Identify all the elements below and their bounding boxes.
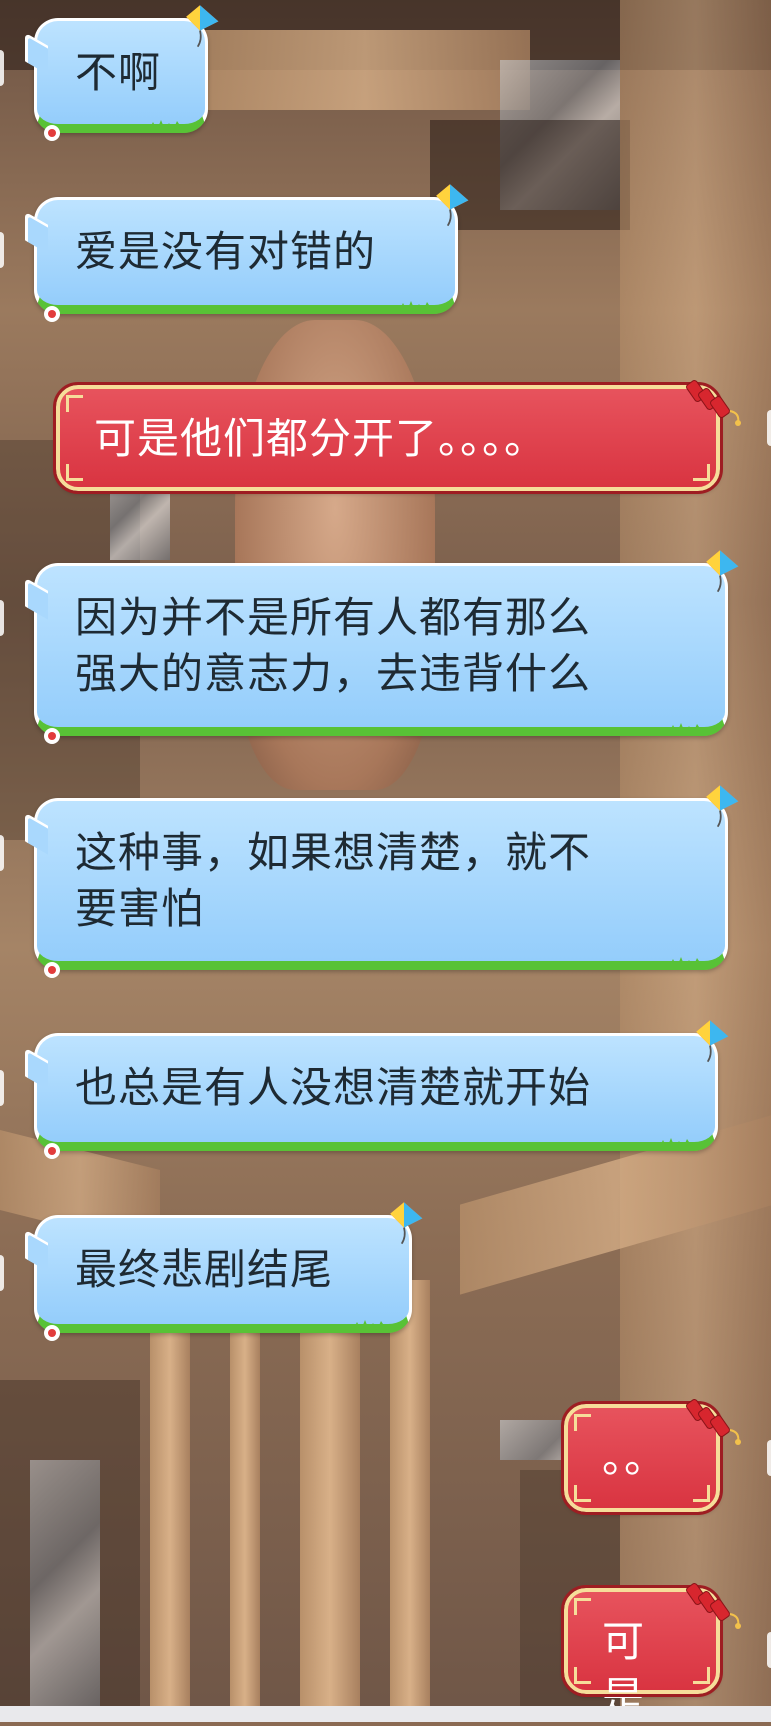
message-bubble-incoming[interactable]: 也总是有人没想清楚就开始: [25, 1020, 729, 1159]
grass-icon: [659, 1138, 693, 1148]
message-text: 。。: [602, 1433, 668, 1482]
message-text: 不啊: [75, 48, 162, 97]
kite-icon: [706, 785, 739, 828]
grass-icon: [353, 1320, 387, 1330]
grass-icon: [669, 723, 703, 733]
message-bubble-incoming[interactable]: 这种事，如果想清楚，就不 要害怕: [25, 785, 739, 978]
message-text: 可是他们都分开了。。。。: [94, 414, 548, 463]
message-bubble-incoming[interactable]: 因为并不是所有人都有那么 强大的意志力，去违背什么: [25, 550, 739, 744]
kite-icon: [696, 1020, 729, 1063]
message-text: 这种事，如果想清楚，就不 要害怕: [75, 828, 592, 933]
message-text: 也总是有人没想清楚就开始: [75, 1063, 592, 1112]
message-bubble-outgoing[interactable]: 可是: [561, 1583, 741, 1722]
charm-icon: [44, 306, 60, 322]
message-bubble-incoming[interactable]: 不啊: [25, 5, 219, 141]
firecracker-icon: [686, 1399, 741, 1445]
firecracker-icon: [686, 1583, 741, 1629]
kite-icon: [436, 184, 469, 227]
message-bubble-incoming[interactable]: 最终悲剧结尾: [25, 1202, 423, 1341]
message-bubble-outgoing[interactable]: 。。: [561, 1399, 741, 1515]
charm-icon: [44, 728, 60, 744]
grass-icon: [399, 301, 433, 311]
grass-icon: [149, 120, 183, 130]
kite-icon: [390, 1202, 423, 1245]
grass-icon: [669, 957, 703, 967]
firecracker-icon: [686, 380, 741, 426]
message-text: 爱是没有对错的: [75, 227, 377, 276]
message-bubble-incoming[interactable]: 爱是没有对错的: [25, 184, 469, 322]
kite-icon: [186, 5, 219, 48]
message-text: 因为并不是所有人都有那么 强大的意志力，去违背什么: [75, 593, 592, 698]
charm-icon: [44, 125, 60, 141]
charm-icon: [44, 962, 60, 978]
charm-icon: [44, 1325, 60, 1341]
bottom-strip: [0, 1706, 771, 1722]
kite-icon: [706, 550, 739, 593]
charm-icon: [44, 1143, 60, 1159]
message-bubble-outgoing[interactable]: 可是他们都分开了。。。。: [53, 380, 741, 494]
message-text: 最终悲剧结尾: [75, 1245, 334, 1294]
